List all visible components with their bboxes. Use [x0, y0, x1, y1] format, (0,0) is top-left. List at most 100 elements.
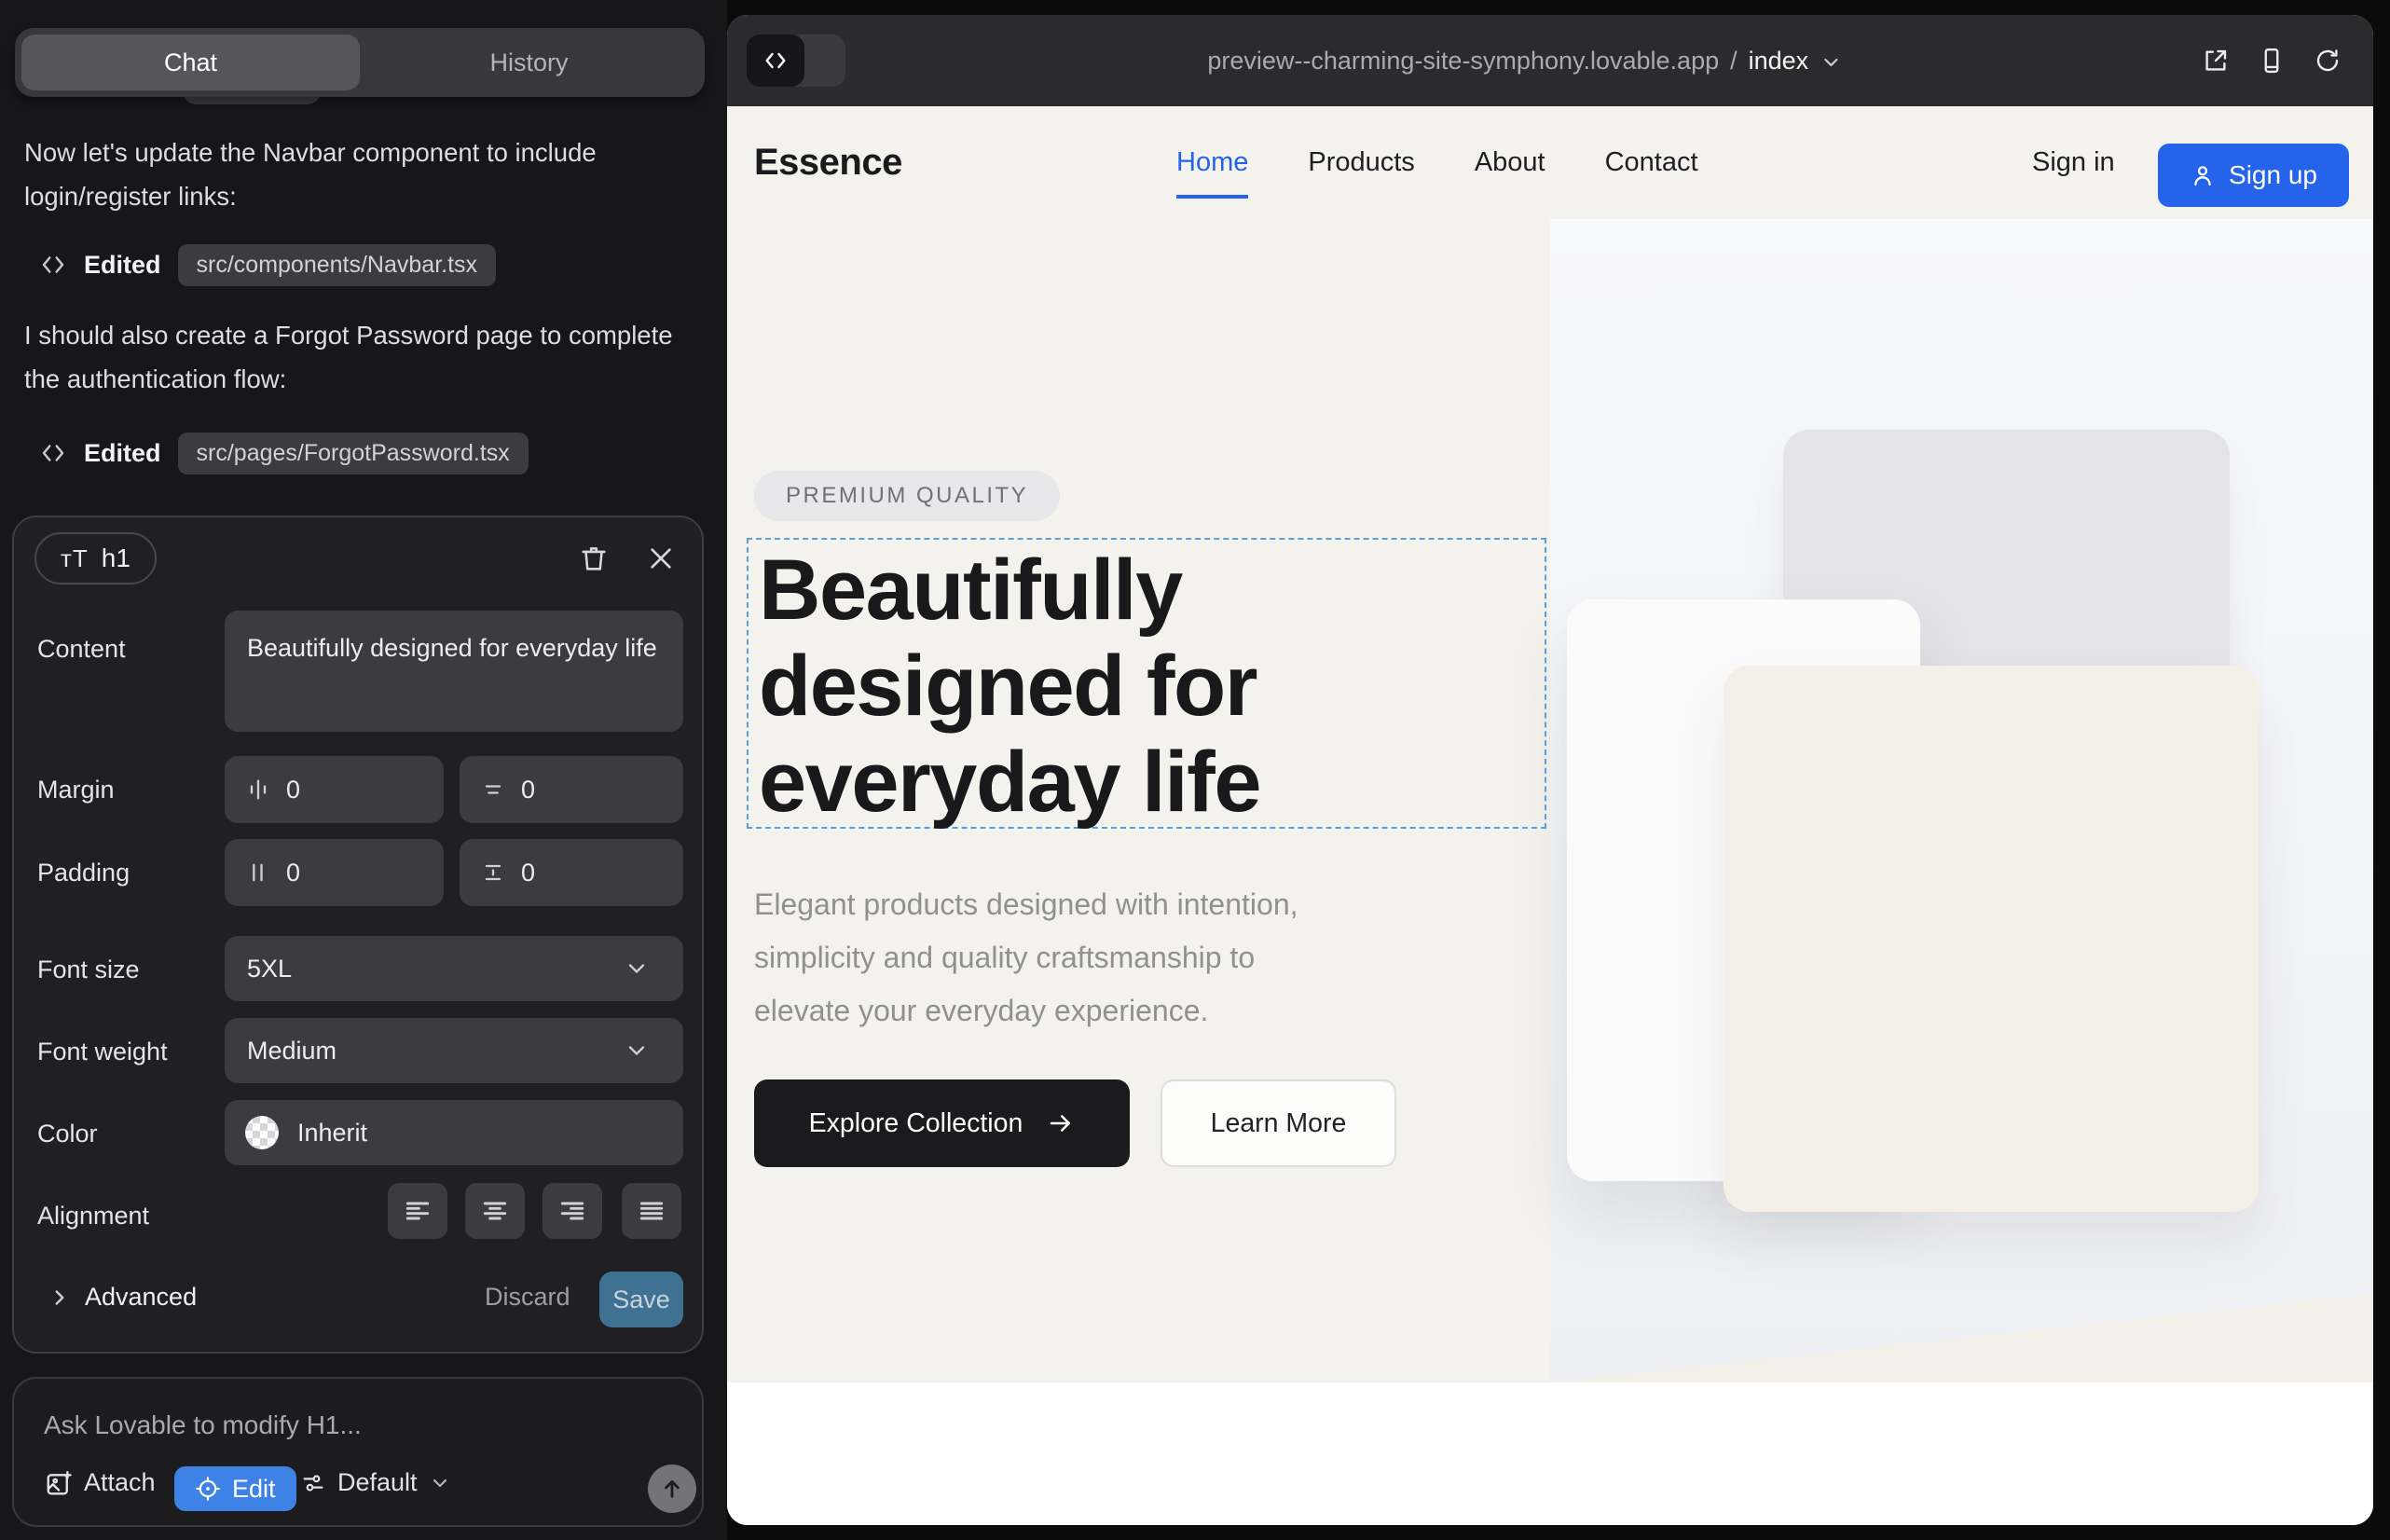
chat-sidebar: Chat History Now let's update the Navbar…	[0, 0, 727, 1540]
chat-history-tabs: Chat History	[15, 28, 705, 97]
color-swatch	[245, 1116, 279, 1149]
refresh-button[interactable]	[2314, 47, 2342, 75]
align-left-button[interactable]	[388, 1183, 447, 1239]
edited-file-row: Edited src/components/Navbar.tsx	[39, 242, 496, 287]
arrow-right-icon	[1047, 1109, 1075, 1137]
padding-label: Padding	[37, 859, 130, 887]
site-preview: Essence Home Products About Contact Sign…	[727, 106, 2373, 1525]
file-chip[interactable]: src/components/Navbar.tsx	[178, 244, 497, 286]
vertical-padding-icon	[480, 859, 506, 886]
align-left-icon	[403, 1196, 433, 1226]
selected-element-tag: тT h1	[34, 532, 157, 584]
align-right-icon	[557, 1196, 587, 1226]
mobile-icon	[2258, 47, 2286, 75]
horizontal-spacing-icon	[245, 777, 271, 803]
align-justify-button[interactable]	[622, 1183, 681, 1239]
sign-up-button[interactable]: Sign up	[2158, 144, 2349, 207]
preview-toolbar: preview--charming-site-symphony.lovable.…	[727, 15, 2373, 106]
close-icon[interactable]	[640, 538, 681, 579]
nav-link-contact[interactable]: Contact	[1605, 147, 1698, 178]
user-icon	[2190, 162, 2216, 188]
chevron-right-icon	[48, 1286, 72, 1310]
chevron-down-icon	[1820, 51, 1842, 74]
inspector-footer: Advanced Discard Save	[14, 1272, 702, 1327]
learn-more-button[interactable]: Learn More	[1161, 1079, 1396, 1167]
url-domain: preview--charming-site-symphony.lovable.…	[1207, 47, 1719, 76]
nav-link-products[interactable]: Products	[1308, 147, 1414, 178]
margin-x-input[interactable]: 0	[225, 756, 444, 823]
padding-x-input[interactable]: 0	[225, 839, 444, 906]
align-right-button[interactable]	[543, 1183, 602, 1239]
premium-badge: PREMIUM QUALITY	[754, 471, 1060, 521]
file-chip[interactable]: src/pages/ForgotPassword.tsx	[178, 433, 529, 474]
attach-image-icon	[45, 1469, 73, 1497]
assistant-message: I should also create a Forgot Password p…	[24, 313, 692, 401]
content-input[interactable]: Beautifully designed for everyday life	[225, 611, 683, 732]
send-button[interactable]	[648, 1464, 696, 1513]
attach-button[interactable]: Attach	[45, 1468, 156, 1497]
open-external-button[interactable]	[2202, 47, 2230, 75]
content-label: Content	[37, 635, 126, 664]
font-size-label: Font size	[37, 956, 140, 984]
arrow-up-icon	[659, 1476, 685, 1502]
font-weight-select[interactable]: Medium	[225, 1018, 683, 1083]
lovable-workspace: Chat History Now let's update the Navbar…	[0, 0, 2390, 1540]
align-center-icon	[480, 1196, 510, 1226]
alignment-label: Alignment	[37, 1202, 149, 1231]
chevron-down-icon	[603, 1038, 665, 1064]
tag-label: h1	[102, 543, 130, 573]
code-icon	[39, 439, 67, 467]
code-icon	[39, 251, 67, 279]
font-weight-label: Font weight	[37, 1038, 168, 1066]
url-page: index	[1749, 47, 1809, 76]
nav-link-about[interactable]: About	[1475, 147, 1545, 178]
sliders-icon	[300, 1470, 326, 1496]
save-button[interactable]: Save	[599, 1272, 683, 1327]
hero-paragraph: Elegant products designed with intention…	[754, 878, 1298, 1038]
sign-in-link[interactable]: Sign in	[2032, 106, 2115, 219]
assistant-message: Now let's update the Navbar component to…	[24, 131, 692, 218]
horizontal-padding-icon	[245, 859, 271, 886]
preview-window: preview--charming-site-symphony.lovable.…	[727, 15, 2373, 1525]
align-justify-icon	[637, 1196, 666, 1226]
url-separator: /	[1730, 47, 1738, 76]
target-icon	[195, 1476, 221, 1502]
nav-link-home[interactable]: Home	[1176, 147, 1248, 178]
edited-label: Edited	[84, 439, 161, 468]
margin-label: Margin	[37, 776, 115, 804]
align-center-button[interactable]	[465, 1183, 525, 1239]
next-section-background	[727, 1382, 2373, 1525]
chevron-down-icon	[429, 1472, 451, 1494]
element-inspector-panel: тT h1 Content Beautifully designed for e…	[12, 516, 704, 1354]
margin-y-input[interactable]: 0	[460, 756, 683, 823]
color-select[interactable]: Inherit	[225, 1100, 683, 1165]
decorative-card-cream	[1724, 666, 2259, 1212]
edit-mode-button[interactable]: Edit	[174, 1466, 296, 1511]
padding-y-input[interactable]: 0	[460, 839, 683, 906]
tab-history[interactable]: History	[360, 34, 698, 90]
font-size-select[interactable]: 5XL	[225, 936, 683, 1001]
vertical-spacing-icon	[480, 777, 506, 803]
url-bar[interactable]: preview--charming-site-symphony.lovable.…	[1207, 15, 1842, 106]
edited-label: Edited	[84, 251, 161, 280]
model-selector[interactable]: Default	[300, 1468, 451, 1497]
hero-headline[interactable]: Beautifully designed for everyday life	[759, 543, 1260, 831]
chat-composer: Attach Edit Default	[12, 1377, 704, 1527]
site-navbar: Essence Home Products About Contact Sign…	[727, 106, 2373, 219]
advanced-toggle[interactable]: Advanced	[48, 1283, 197, 1312]
color-label: Color	[37, 1120, 98, 1148]
tab-chat[interactable]: Chat	[21, 34, 360, 90]
code-preview-toggle[interactable]	[747, 34, 845, 87]
delete-element-button[interactable]	[573, 538, 614, 579]
nav-links: Home Products About Contact	[1176, 106, 1698, 219]
discard-button[interactable]: Discard	[485, 1283, 570, 1312]
chevron-down-icon	[603, 956, 665, 982]
chat-input[interactable]	[44, 1405, 659, 1446]
mobile-view-button[interactable]	[2258, 47, 2286, 75]
explore-collection-button[interactable]: Explore Collection	[754, 1079, 1130, 1167]
type-icon: тT	[61, 544, 89, 573]
external-link-icon	[2202, 47, 2230, 75]
edited-file-row: Edited src/pages/ForgotPassword.tsx	[39, 431, 529, 475]
site-logo[interactable]: Essence	[754, 106, 902, 219]
refresh-icon	[2314, 47, 2342, 75]
